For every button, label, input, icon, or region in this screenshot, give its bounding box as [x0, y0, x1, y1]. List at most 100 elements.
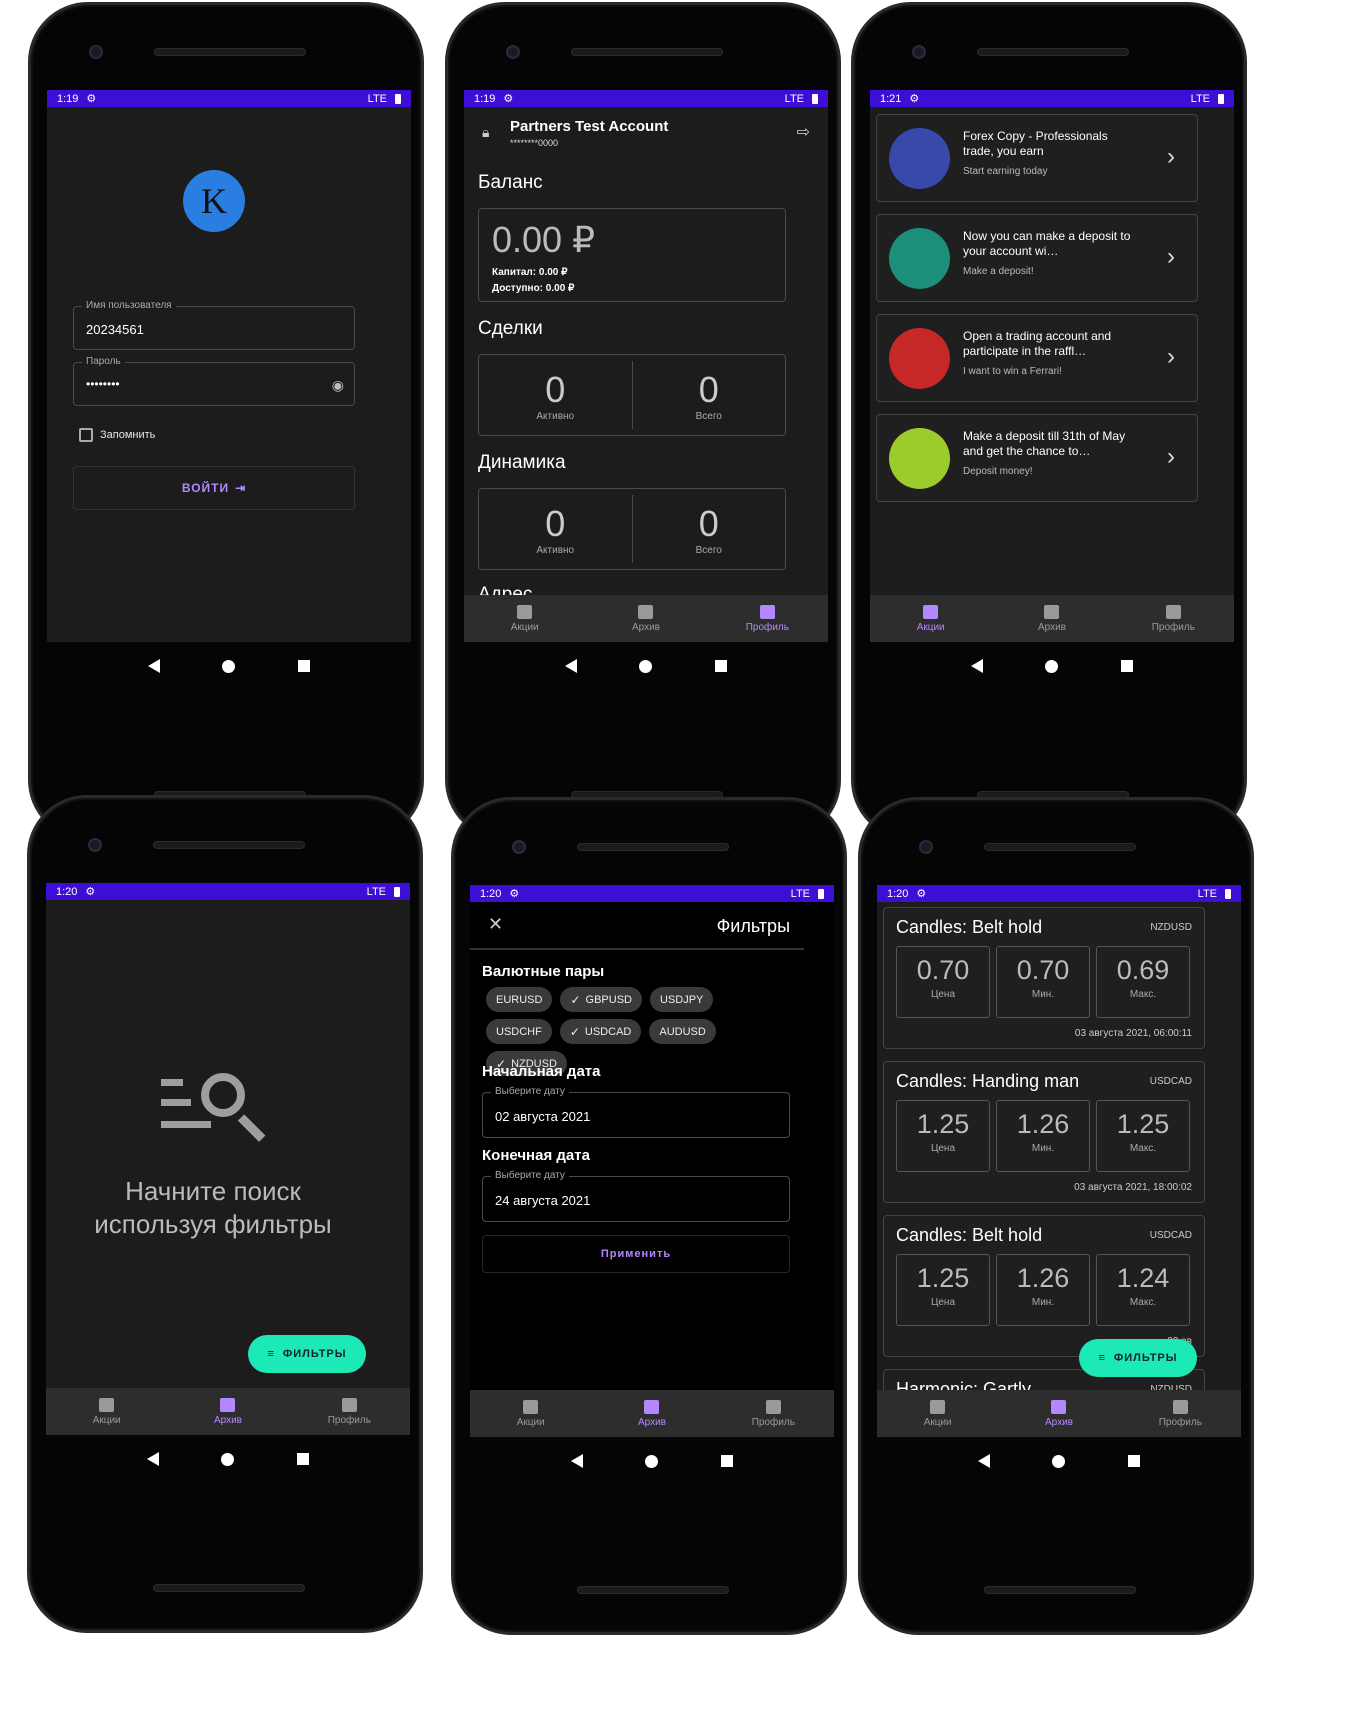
pair-chip[interactable]: ✓ USDCAD: [559, 1019, 642, 1044]
home-button[interactable]: [1052, 1454, 1066, 1468]
apply-button[interactable]: Применить: [482, 1235, 790, 1273]
deals-active: 0 Активно: [479, 361, 633, 429]
system-nav: [46, 1435, 410, 1483]
home-button[interactable]: [645, 1454, 659, 1468]
recents-button[interactable]: [714, 660, 727, 672]
back-button[interactable]: [571, 1454, 584, 1468]
settings-icon: ⚙: [909, 93, 920, 105]
pair-chip-label: AUDUSD: [659, 1025, 706, 1038]
account-header: 🔒︎ Partners Test Account ********0000 ⇨: [478, 118, 814, 152]
logout-icon[interactable]: ⇨: [797, 122, 810, 142]
pair-chip[interactable]: USDCHF: [486, 1019, 552, 1044]
archive-icon: [1044, 604, 1060, 619]
login-icon: ⇥: [235, 481, 247, 495]
recents-button[interactable]: [296, 1453, 309, 1465]
recents-button[interactable]: [297, 660, 310, 672]
tab-promo[interactable]: Акции: [464, 595, 585, 642]
signal-stat-label: Цена: [930, 989, 956, 1000]
tab-archive[interactable]: Архив: [585, 595, 706, 642]
signal-card[interactable]: Candles: Belt hold USDCAD 1.25 Цена 1.26…: [883, 1215, 1205, 1357]
signal-date: 03 августа 2021, 06:00:11: [1074, 1028, 1192, 1039]
back-button[interactable]: [148, 659, 161, 673]
deals-active-label: Активно: [536, 410, 575, 422]
pair-chip[interactable]: EURUSD: [486, 987, 553, 1012]
tab-profile[interactable]: Профиль: [707, 595, 828, 642]
tab-promo[interactable]: Акции: [870, 595, 991, 642]
profile-icon: [765, 1399, 781, 1414]
back-button[interactable]: [565, 659, 578, 673]
remember-checkbox[interactable]: Запомнить: [79, 428, 155, 442]
remember-label: Запомнить: [100, 429, 156, 441]
system-nav: [877, 1437, 1241, 1485]
bottom-nav: Акции Архив Профиль: [464, 595, 828, 642]
network-label: LTE: [366, 885, 386, 898]
tab-promo-label: Акции: [510, 621, 539, 633]
recents-button[interactable]: [720, 1455, 733, 1467]
end-date-field[interactable]: Выберите дату 24 августа 2021: [482, 1170, 790, 1222]
tab-promo[interactable]: Акции: [877, 1390, 998, 1437]
tab-archive[interactable]: Архив: [991, 595, 1112, 642]
home-button[interactable]: [221, 1452, 235, 1466]
avatar: K: [183, 170, 245, 232]
back-button[interactable]: [147, 1452, 160, 1466]
tab-archive[interactable]: Архив: [998, 1390, 1119, 1437]
end-date-title: Конечная дата: [482, 1147, 590, 1164]
tab-profile[interactable]: Профиль: [1113, 595, 1234, 642]
start-date-field[interactable]: Выберите дату 02 августа 2021: [482, 1086, 790, 1138]
empty-message: Начните поиск используя фильтры: [94, 1176, 332, 1239]
signal-stat-label: Цена: [930, 1297, 956, 1308]
pair-chip[interactable]: AUDUSD: [649, 1019, 716, 1044]
back-button[interactable]: [978, 1454, 991, 1468]
login-button[interactable]: ВОЙТИ ⇥: [73, 466, 355, 510]
tab-promo[interactable]: Акции: [470, 1390, 591, 1437]
bottom-nav: Акции Архив Профиль: [877, 1390, 1241, 1437]
signal-stat-box: 0.70 Мин.: [996, 946, 1090, 1018]
account-name: Partners Test Account: [510, 118, 669, 135]
close-icon[interactable]: ✕: [488, 914, 503, 935]
dynamics-card: 0 Активно 0 Всего: [478, 488, 786, 570]
battery-icon: [812, 93, 818, 104]
signal-stat-value: 1.25: [1116, 1109, 1170, 1139]
dyn-active-value: 0: [545, 502, 566, 544]
back-button[interactable]: [971, 659, 984, 673]
tab-profile[interactable]: Профиль: [1120, 1390, 1241, 1437]
tab-archive[interactable]: Архив: [591, 1390, 712, 1437]
tab-profile-label: Профиль: [745, 621, 789, 633]
filters-fab[interactable]: ≡ ФИЛЬТРЫ: [248, 1335, 366, 1373]
promo-card[interactable]: Open a trading account and participate i…: [876, 314, 1198, 402]
pair-chip[interactable]: ✓ GBPUSD: [560, 987, 642, 1012]
home-button[interactable]: [639, 659, 653, 673]
promo-card[interactable]: Make a deposit till 31th of May and get …: [876, 414, 1198, 502]
signal-stat-value: 1.24: [1116, 1263, 1170, 1293]
tab-archive-label: Архив: [631, 621, 660, 633]
username-field[interactable]: Имя пользователя 20234561: [73, 300, 355, 350]
front-camera: [912, 45, 926, 59]
front-camera: [512, 840, 526, 854]
tab-profile[interactable]: Профиль: [713, 1390, 834, 1437]
recents-button[interactable]: [1120, 660, 1133, 672]
home-button[interactable]: [1045, 659, 1059, 673]
status-bar: 1:19 ⚙ LTE: [464, 90, 828, 107]
front-camera: [89, 45, 103, 59]
tab-profile[interactable]: Профиль: [289, 1388, 410, 1435]
promos-screen: 1:21 ⚙ LTE Forex Copy - Professionals trad…: [870, 90, 1234, 642]
password-field[interactable]: Пароль •••••••• ◉: [73, 356, 355, 406]
eye-icon[interactable]: ◉: [332, 377, 344, 394]
gift-icon: [923, 604, 939, 619]
signal-card[interactable]: Candles: Handing man USDCAD 1.25 Цена 1.…: [883, 1061, 1205, 1203]
promo-card[interactable]: Now you can make a deposit to your accou…: [876, 214, 1198, 302]
speaker-grille: [984, 843, 1136, 851]
home-button[interactable]: [222, 659, 236, 673]
deals-total-label: Всего: [695, 410, 722, 422]
promo-image: [889, 328, 950, 389]
recents-button[interactable]: [1127, 1455, 1140, 1467]
filters-fab[interactable]: ≡ ФИЛЬТРЫ: [1079, 1339, 1197, 1377]
promo-card[interactable]: Forex Copy - Professionals trade, you ea…: [876, 114, 1198, 202]
speaker-grille: [571, 48, 723, 56]
status-bar: 1:20 ⚙ LTE: [46, 883, 410, 900]
tab-archive[interactable]: Архив: [167, 1388, 288, 1435]
signal-card[interactable]: Candles: Belt hold NZDUSD 0.70 Цена 0.70…: [883, 907, 1205, 1049]
pair-chip[interactable]: USDJPY: [649, 987, 714, 1012]
tab-promo[interactable]: Акции: [46, 1388, 167, 1435]
signal-stat-label: Макс.: [1129, 1297, 1157, 1308]
